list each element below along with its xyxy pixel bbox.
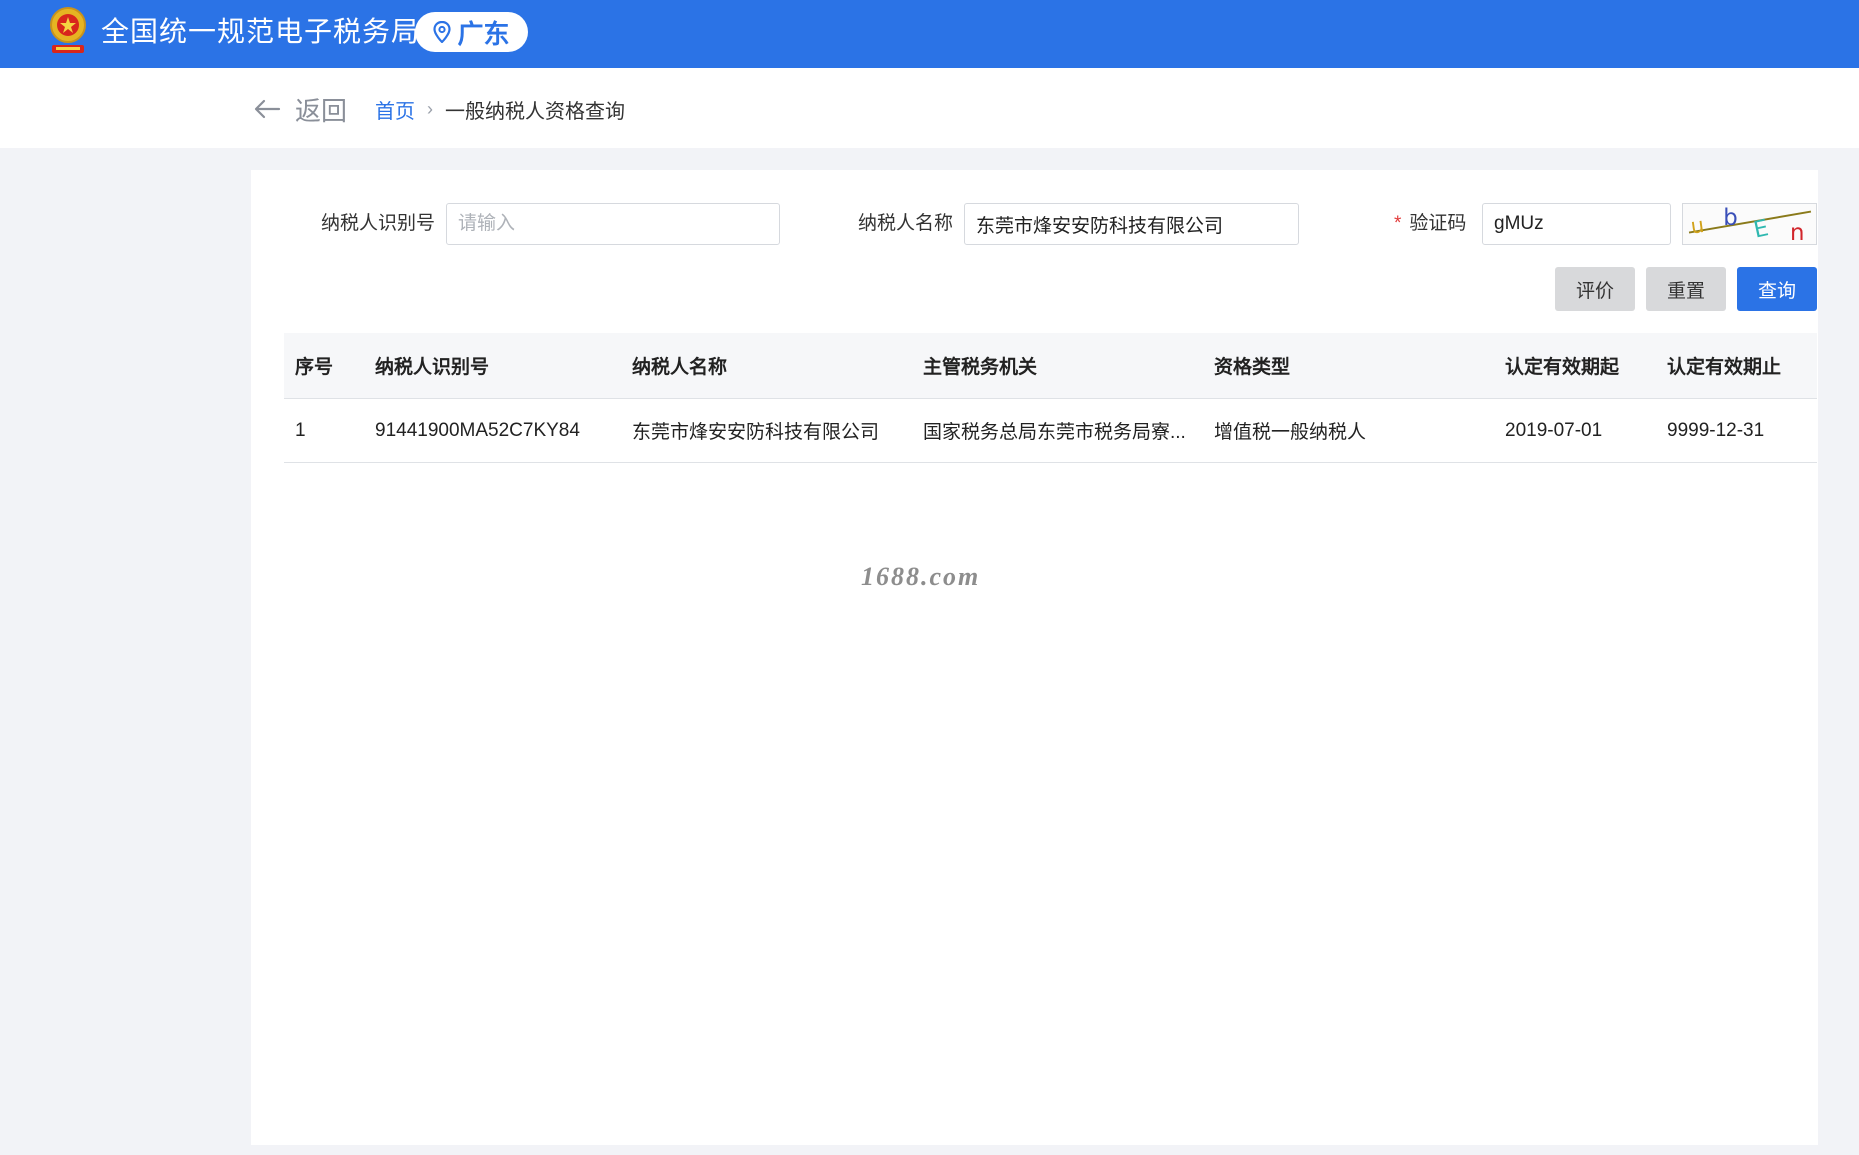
- map-pin-icon: [433, 21, 452, 43]
- captcha-label-group: * 验证码: [1394, 202, 1466, 246]
- taxpayer-id-label: 纳税人识别号: [321, 213, 436, 234]
- back-label: 返回: [295, 95, 348, 126]
- table-cell: 2019-07-01: [1505, 419, 1603, 441]
- query-panel: 纳税人识别号 纳税人名称 * 验证码 u b E n 评价 重置 查询 序号 纳税…: [251, 170, 1818, 1145]
- column-header: 纳税人识别号: [375, 357, 490, 378]
- table-cell: 国家税务总局东莞市税务局寮...: [923, 422, 1186, 443]
- taxpayer-name-label: 纳税人名称: [858, 213, 954, 234]
- reset-button[interactable]: 重置: [1646, 267, 1726, 311]
- column-header: 纳税人名称: [632, 357, 728, 378]
- breadcrumb-home-link[interactable]: 首页: [375, 95, 415, 124]
- national-emblem-icon: [50, 7, 86, 53]
- breadcrumb: 首页 › 一般纳税人资格查询: [375, 94, 625, 124]
- table-row: 1 91441900MA52C7KY84 东莞市烽安安防科技有限公司 国家税务总…: [284, 399, 1817, 463]
- svg-text:n: n: [1790, 220, 1804, 245]
- table-cell: 增值税一般纳税人: [1214, 422, 1367, 443]
- breadcrumb-bar: 返回 首页 › 一般纳税人资格查询: [0, 68, 1859, 148]
- required-mark: *: [1394, 213, 1402, 234]
- taxpayer-id-input[interactable]: [446, 203, 780, 245]
- column-header: 主管税务机关: [923, 357, 1038, 378]
- back-button[interactable]: 返回: [253, 92, 347, 126]
- site-title: 全国统一规范电子税务局: [101, 16, 421, 47]
- table-cell: 91441900MA52C7KY84: [375, 419, 580, 441]
- table-header: 序号 纳税人识别号 纳税人名称 主管税务机关 资格类型 认定有效期起 认定有效期…: [284, 333, 1817, 399]
- table-cell: 东莞市烽安安防科技有限公司: [632, 422, 880, 443]
- svg-text:b: b: [1723, 205, 1738, 231]
- taxpayer-name-input[interactable]: [964, 203, 1299, 245]
- watermark: 1688.com: [861, 562, 981, 591]
- captcha-image[interactable]: u b E n: [1682, 203, 1817, 245]
- top-header-bar: 全国统一规范电子税务局 广东: [0, 0, 1859, 68]
- query-button[interactable]: 查询: [1737, 267, 1817, 311]
- arrow-left-icon: [254, 99, 281, 119]
- column-header: 资格类型: [1214, 357, 1291, 378]
- breadcrumb-separator: ›: [427, 98, 433, 119]
- captcha-input[interactable]: [1482, 203, 1671, 245]
- column-header: 认定有效期止: [1667, 357, 1782, 378]
- column-header: 认定有效期起: [1505, 357, 1620, 378]
- column-header: 序号: [295, 357, 334, 378]
- table-cell: 9999-12-31: [1667, 419, 1765, 441]
- results-table: 序号 纳税人识别号 纳税人名称 主管税务机关 资格类型 认定有效期起 认定有效期…: [284, 333, 1817, 463]
- evaluate-button[interactable]: 评价: [1555, 267, 1635, 311]
- region-label: 广东: [457, 18, 510, 49]
- breadcrumb-current: 一般纳税人资格查询: [445, 100, 625, 123]
- region-selector[interactable]: 广东: [415, 12, 528, 52]
- captcha-label: 验证码: [1409, 213, 1467, 234]
- svg-text:u: u: [1689, 213, 1705, 239]
- table-cell: 1: [295, 419, 306, 441]
